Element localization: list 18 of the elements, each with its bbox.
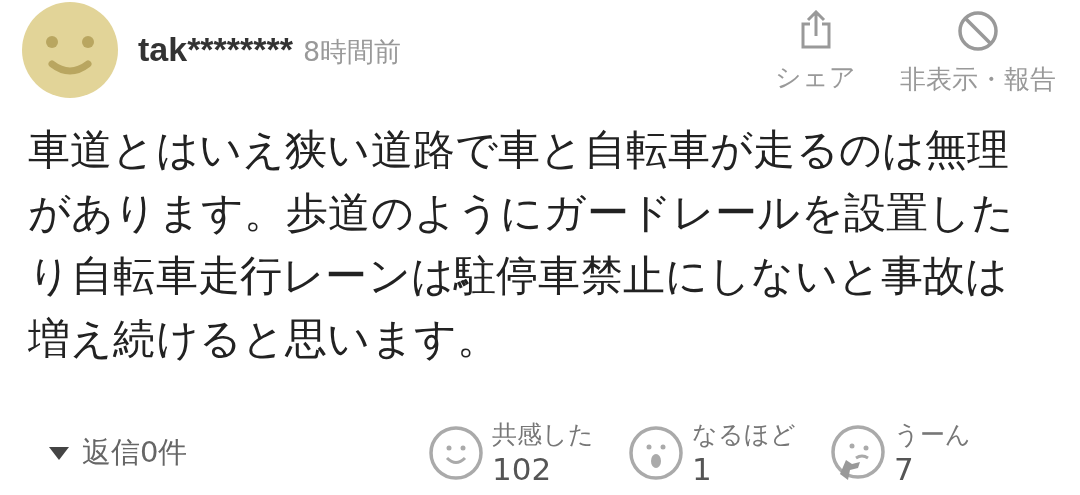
post-time: 8時間前 (303, 35, 402, 69)
reaction-label: なるほど (692, 419, 796, 451)
reaction-count: 7 (894, 451, 914, 487)
reaction-count: 102 (492, 451, 552, 487)
smiley-icon (428, 424, 484, 481)
author-name: tak******** (138, 30, 293, 69)
reaction-button[interactable]: うーん 7 (830, 418, 971, 487)
surprised-face-icon (628, 424, 684, 481)
reaction-button[interactable]: 共感した 102 (428, 418, 594, 487)
reaction-label: 共感した (492, 419, 594, 451)
comment-text: 車道とはいえ狭い道路で車と自転車が走るのは無理があります。歩道のようにガードレールを設置したり自転車走行レーンは駐停車禁止にしないと事故は増え続けると思います。 (28, 124, 1016, 365)
reaction-label: うーん (894, 419, 971, 451)
replies-toggle[interactable]: 返信0件 (48, 432, 428, 473)
reaction-count: 1 (692, 451, 712, 487)
avatar-icon (22, 2, 118, 98)
reaction-button[interactable]: なるほど 1 (628, 418, 796, 487)
prohibited-icon (957, 10, 999, 52)
thinking-face-icon (830, 423, 886, 482)
